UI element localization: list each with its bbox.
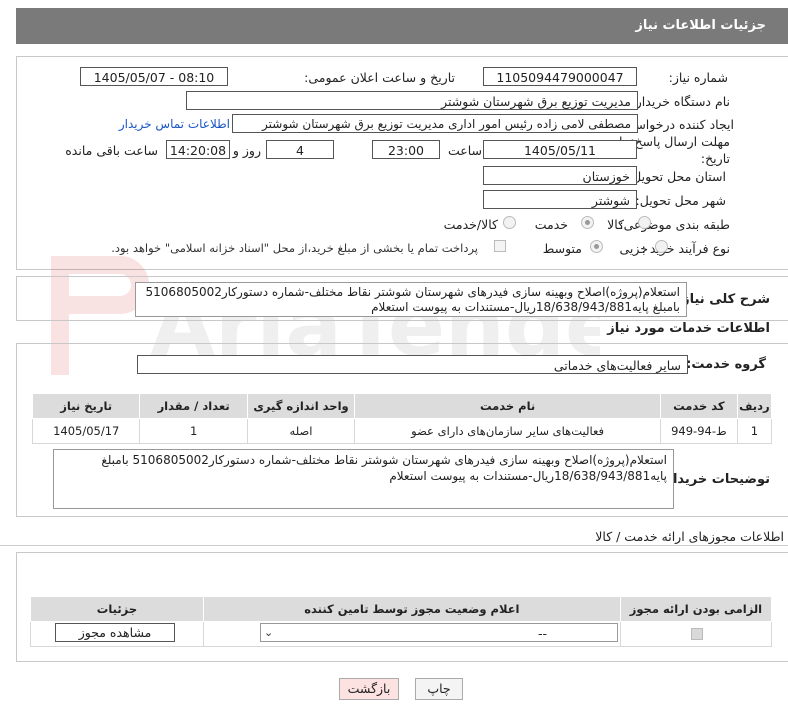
summary-label: شرح کلی نیاز: <box>676 292 770 307</box>
category-option-goods: کالا <box>607 217 624 232</box>
province-field[interactable]: خوزستان <box>483 166 637 185</box>
city-label: شهر محل تحویل: <box>635 193 726 208</box>
view-permit-button[interactable]: مشاهده مجوز <box>55 623 175 642</box>
purchase-option-minor: جزیی <box>619 241 648 256</box>
col-date: تاریخ نیاز <box>31 393 141 419</box>
purchase-radio-minor[interactable] <box>655 240 668 253</box>
cell-qty: 1 <box>139 418 248 444</box>
category-option-goods-service: کالا/خدمت <box>443 217 498 232</box>
buyer-notes-textarea[interactable]: استعلام(پروژه)اصلاح وبهینه سازی فیدرهای … <box>53 449 674 509</box>
page-title: جزئیات اطلاعات نیاز <box>635 18 766 33</box>
deadline-label-2: تاریخ: <box>700 151 730 166</box>
cell-name: فعالیت‌های سایر سازمان‌های دارای عضو <box>354 418 661 444</box>
treasury-checkbox[interactable] <box>494 240 506 252</box>
page-header: جزئیات اطلاعات نیاز <box>16 8 788 44</box>
permit-required-checkbox[interactable] <box>690 627 703 640</box>
days-remaining-field[interactable]: 4 <box>266 140 334 159</box>
permit-status-select[interactable]: ⌄ -- <box>260 623 618 642</box>
buyer-org-field[interactable]: مدیریت توزیع برق شهرستان شوشتر <box>186 91 638 110</box>
cell-unit: اصله <box>246 418 356 444</box>
col-permit-details: جزئیات <box>30 596 204 622</box>
permit-status-value: -- <box>537 626 547 641</box>
creator-field[interactable]: مصطفی لامی زاده رئیس امور اداری مدیریت ت… <box>232 114 638 133</box>
category-radio-goods[interactable] <box>638 216 651 229</box>
col-code: کد خدمت <box>660 393 738 419</box>
category-radio-service[interactable] <box>581 216 594 229</box>
buyer-contact-link[interactable]: اطلاعات تماس خریدار <box>119 117 230 131</box>
services-table: ردیف کد خدمت نام خدمت واحد اندازه گیری ت… <box>31 393 773 444</box>
announce-datetime-field[interactable]: 1405/05/07 - 08:10 <box>80 67 228 86</box>
purchase-option-medium: متوسط <box>542 241 582 256</box>
permits-section-title: اطلاعات مجوزهای ارائه خدمت / کالا <box>595 529 784 544</box>
buyer-notes-label: توضیحات خریدار: <box>660 472 770 487</box>
city-field[interactable]: شوشتر <box>483 190 637 209</box>
col-unit: واحد اندازه گیری <box>246 393 356 419</box>
buyer-org-label: نام دستگاه خریدار: <box>631 94 730 109</box>
summary-textarea[interactable]: استعلام(پروژه)اصلاح وبهینه سازی فیدرهای … <box>135 282 687 317</box>
service-group-label: گروه خدمت: <box>686 357 766 372</box>
print-button[interactable]: چاپ <box>415 678 463 700</box>
chevron-down-icon: ⌄ <box>264 626 274 639</box>
deadline-date-field[interactable]: 1405/05/11 <box>483 140 637 159</box>
category-option-service: خدمت <box>534 217 568 232</box>
cell-code: ط-94-949 <box>660 418 738 444</box>
category-radio-goods-service[interactable] <box>503 216 516 229</box>
cell-date: 1405/05/17 <box>31 418 141 444</box>
col-name: نام خدمت <box>354 393 661 419</box>
col-row: ردیف <box>736 393 773 419</box>
announce-datetime-label: تاریخ و ساعت اعلان عمومی: <box>304 70 455 85</box>
col-qty: تعداد / مقدار <box>139 393 248 419</box>
province-label: استان محل تحویل: <box>627 169 726 184</box>
back-button[interactable]: بازگشت <box>339 678 399 700</box>
need-number-field[interactable]: 1105094479000047 <box>483 67 637 86</box>
col-permit-required: الزامی بودن ارائه مجوز <box>619 596 773 622</box>
category-label: طبقه بندی موضوعی: <box>619 217 730 232</box>
remaining-time-label: ساعت باقی مانده <box>65 143 158 158</box>
deadline-time-field[interactable]: 23:00 <box>372 140 440 159</box>
days-label: روز و <box>232 143 261 158</box>
cell-row: 1 <box>736 418 773 444</box>
deadline-time-label: ساعت <box>447 143 482 158</box>
permits-divider <box>0 545 788 546</box>
service-group-field[interactable]: سایر فعالیت‌های خدماتی <box>137 355 688 374</box>
need-number-label: شماره نیاز: <box>668 70 728 85</box>
purchase-radio-medium[interactable] <box>590 240 603 253</box>
treasury-note: پرداخت تمام یا بخشی از مبلغ خرید،از محل … <box>111 241 478 255</box>
need-info-panel <box>16 56 788 270</box>
table-row: 1 ط-94-949 فعالیت‌های سایر سازمان‌های دا… <box>31 418 773 444</box>
col-permit-status: اعلام وضعیت مجوز توسط تامین کننده <box>202 596 621 622</box>
remaining-time-field[interactable]: 14:20:08 <box>166 140 230 159</box>
services-section-title: اطلاعات خدمات مورد نیاز <box>607 321 770 336</box>
